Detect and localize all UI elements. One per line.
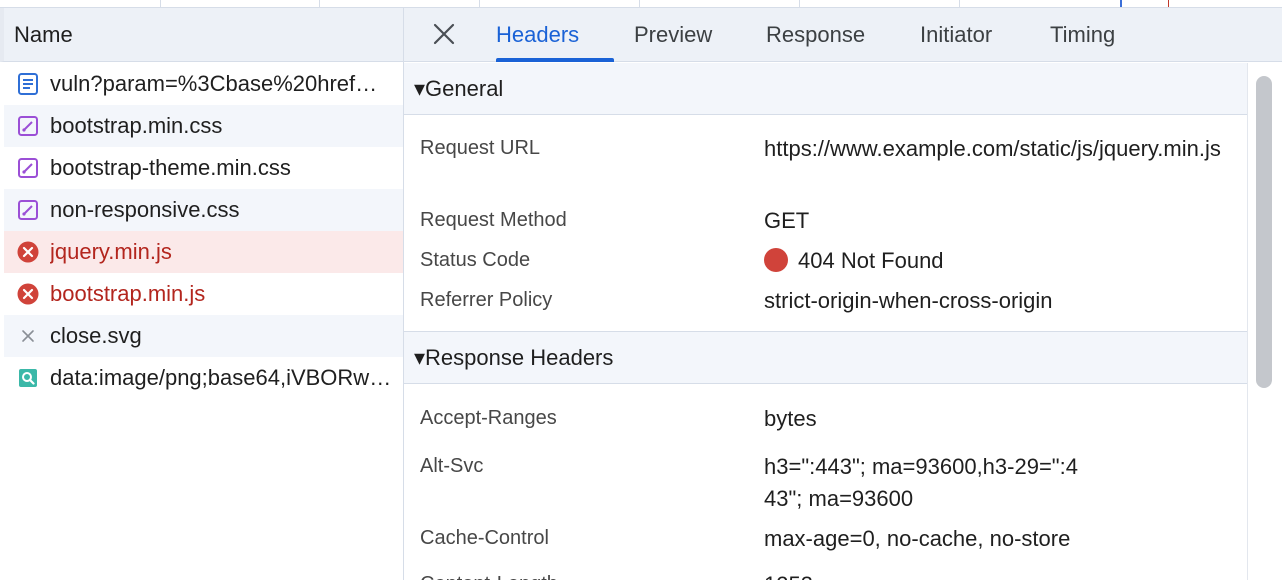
request-row-non-responsive-css[interactable]: non-responsive.css bbox=[4, 189, 403, 231]
overview-gridline bbox=[799, 0, 800, 7]
overview-dom-content-loaded-marker bbox=[1120, 0, 1122, 7]
request-name: data:image/png;base64,iVBORw0KGgo bbox=[50, 365, 392, 390]
header-key: Referrer Policy bbox=[420, 289, 553, 311]
header-key: Alt-Svc bbox=[420, 455, 484, 477]
close-details-button[interactable] bbox=[430, 20, 458, 48]
request-name: bootstrap.min.css bbox=[50, 113, 223, 138]
overview-load-marker bbox=[1168, 0, 1169, 7]
tab-response[interactable]: Response bbox=[766, 22, 865, 48]
headers-content: ▾General Request URL https://www.example… bbox=[404, 63, 1247, 580]
error-icon bbox=[17, 283, 39, 305]
close-small-icon bbox=[17, 325, 39, 347]
tab-initiator[interactable]: Initiator bbox=[920, 22, 992, 48]
request-name: vuln?param=%3Cbase%20href%3D%22https%3A%… bbox=[50, 71, 392, 96]
header-value: https://www.example.com/static/js/jquery… bbox=[764, 136, 1221, 161]
request-rows: vuln?param=%3Cbase%20href%3D%22https%3A%… bbox=[4, 63, 403, 399]
request-list: Name vuln?param=%3Cbase%20href%3D%22http… bbox=[0, 8, 404, 580]
stylesheet-icon bbox=[17, 115, 39, 137]
overview-gridline bbox=[160, 0, 161, 7]
overview-gridline bbox=[319, 0, 320, 7]
header-key: Request URL bbox=[420, 137, 541, 159]
overview-gridline bbox=[479, 0, 480, 7]
header-value: h3=":443"; ma=93600,h3-29=":443"; ma=936… bbox=[764, 454, 1078, 511]
request-name: non-responsive.css bbox=[50, 197, 240, 222]
general-section-title: ▾General bbox=[414, 76, 504, 101]
document-icon bbox=[17, 73, 39, 95]
tab-headers[interactable]: Headers bbox=[496, 22, 579, 48]
close-icon bbox=[433, 23, 455, 45]
request-name: bootstrap.min.js bbox=[50, 281, 206, 306]
request-row-bootstrap-js[interactable]: bootstrap.min.js bbox=[4, 273, 403, 315]
request-row-jquery-js[interactable]: jquery.min.js bbox=[4, 231, 403, 273]
waterfall-overview[interactable] bbox=[0, 0, 1282, 8]
stylesheet-icon bbox=[17, 157, 39, 179]
active-tab-indicator bbox=[496, 58, 614, 62]
header-value: GET bbox=[764, 208, 810, 233]
stylesheet-icon bbox=[17, 199, 39, 221]
header-key: Cache-Control bbox=[420, 527, 549, 549]
general-title-text: General bbox=[425, 76, 504, 101]
request-row-data-image[interactable]: data:image/png;base64,iVBORw0KGgo bbox=[4, 357, 403, 399]
response-headers-section-title: ▾Response Headers bbox=[414, 345, 614, 370]
status-code-value: 404 Not Found bbox=[764, 245, 1244, 277]
header-key: Status Code bbox=[420, 249, 531, 271]
header-key: Request Method bbox=[420, 209, 567, 231]
status-text: 404 Not Found bbox=[798, 248, 944, 273]
header-value: max-age=0, no-cache, no-store bbox=[764, 526, 1071, 551]
general-section-header[interactable]: ▾General bbox=[404, 63, 1247, 115]
details-scrollbar-thumb[interactable] bbox=[1256, 76, 1272, 388]
error-icon bbox=[17, 241, 39, 263]
request-row-bootstrap-theme-css[interactable]: bootstrap-theme.min.css bbox=[4, 147, 403, 189]
request-name: bootstrap-theme.min.css bbox=[50, 155, 291, 180]
header-value: 1253 bbox=[764, 569, 1244, 580]
tab-timing[interactable]: Timing bbox=[1050, 22, 1115, 48]
request-name: jquery.min.js bbox=[50, 239, 172, 264]
header-value: strict-origin-when-cross-origin bbox=[764, 288, 1053, 313]
response-headers-section-header[interactable]: ▾Response Headers bbox=[404, 332, 1247, 384]
request-row-bootstrap-css[interactable]: bootstrap.min.css bbox=[4, 105, 403, 147]
image-icon bbox=[17, 367, 39, 389]
request-name: close.svg bbox=[50, 323, 142, 348]
details-tab-bar: Headers Preview Response Initiator Timin… bbox=[404, 8, 1282, 62]
tab-preview[interactable]: Preview bbox=[634, 22, 712, 48]
response-headers-title-text: Response Headers bbox=[425, 345, 614, 370]
request-row-vuln[interactable]: vuln?param=%3Cbase%20href%3D%22https%3A%… bbox=[4, 63, 403, 105]
header-key: Content-Length bbox=[420, 573, 558, 580]
status-error-dot bbox=[764, 248, 788, 272]
overview-gridline bbox=[959, 0, 960, 7]
name-column-header[interactable]: Name bbox=[0, 8, 403, 62]
request-row-close-svg[interactable]: close.svg bbox=[4, 315, 403, 357]
name-column-label: Name bbox=[14, 22, 73, 47]
header-key: Accept-Ranges bbox=[420, 407, 557, 429]
overview-gridline bbox=[639, 0, 640, 7]
header-value: bytes bbox=[764, 406, 817, 431]
request-details-panel: Headers Preview Response Initiator Timin… bbox=[404, 8, 1282, 580]
